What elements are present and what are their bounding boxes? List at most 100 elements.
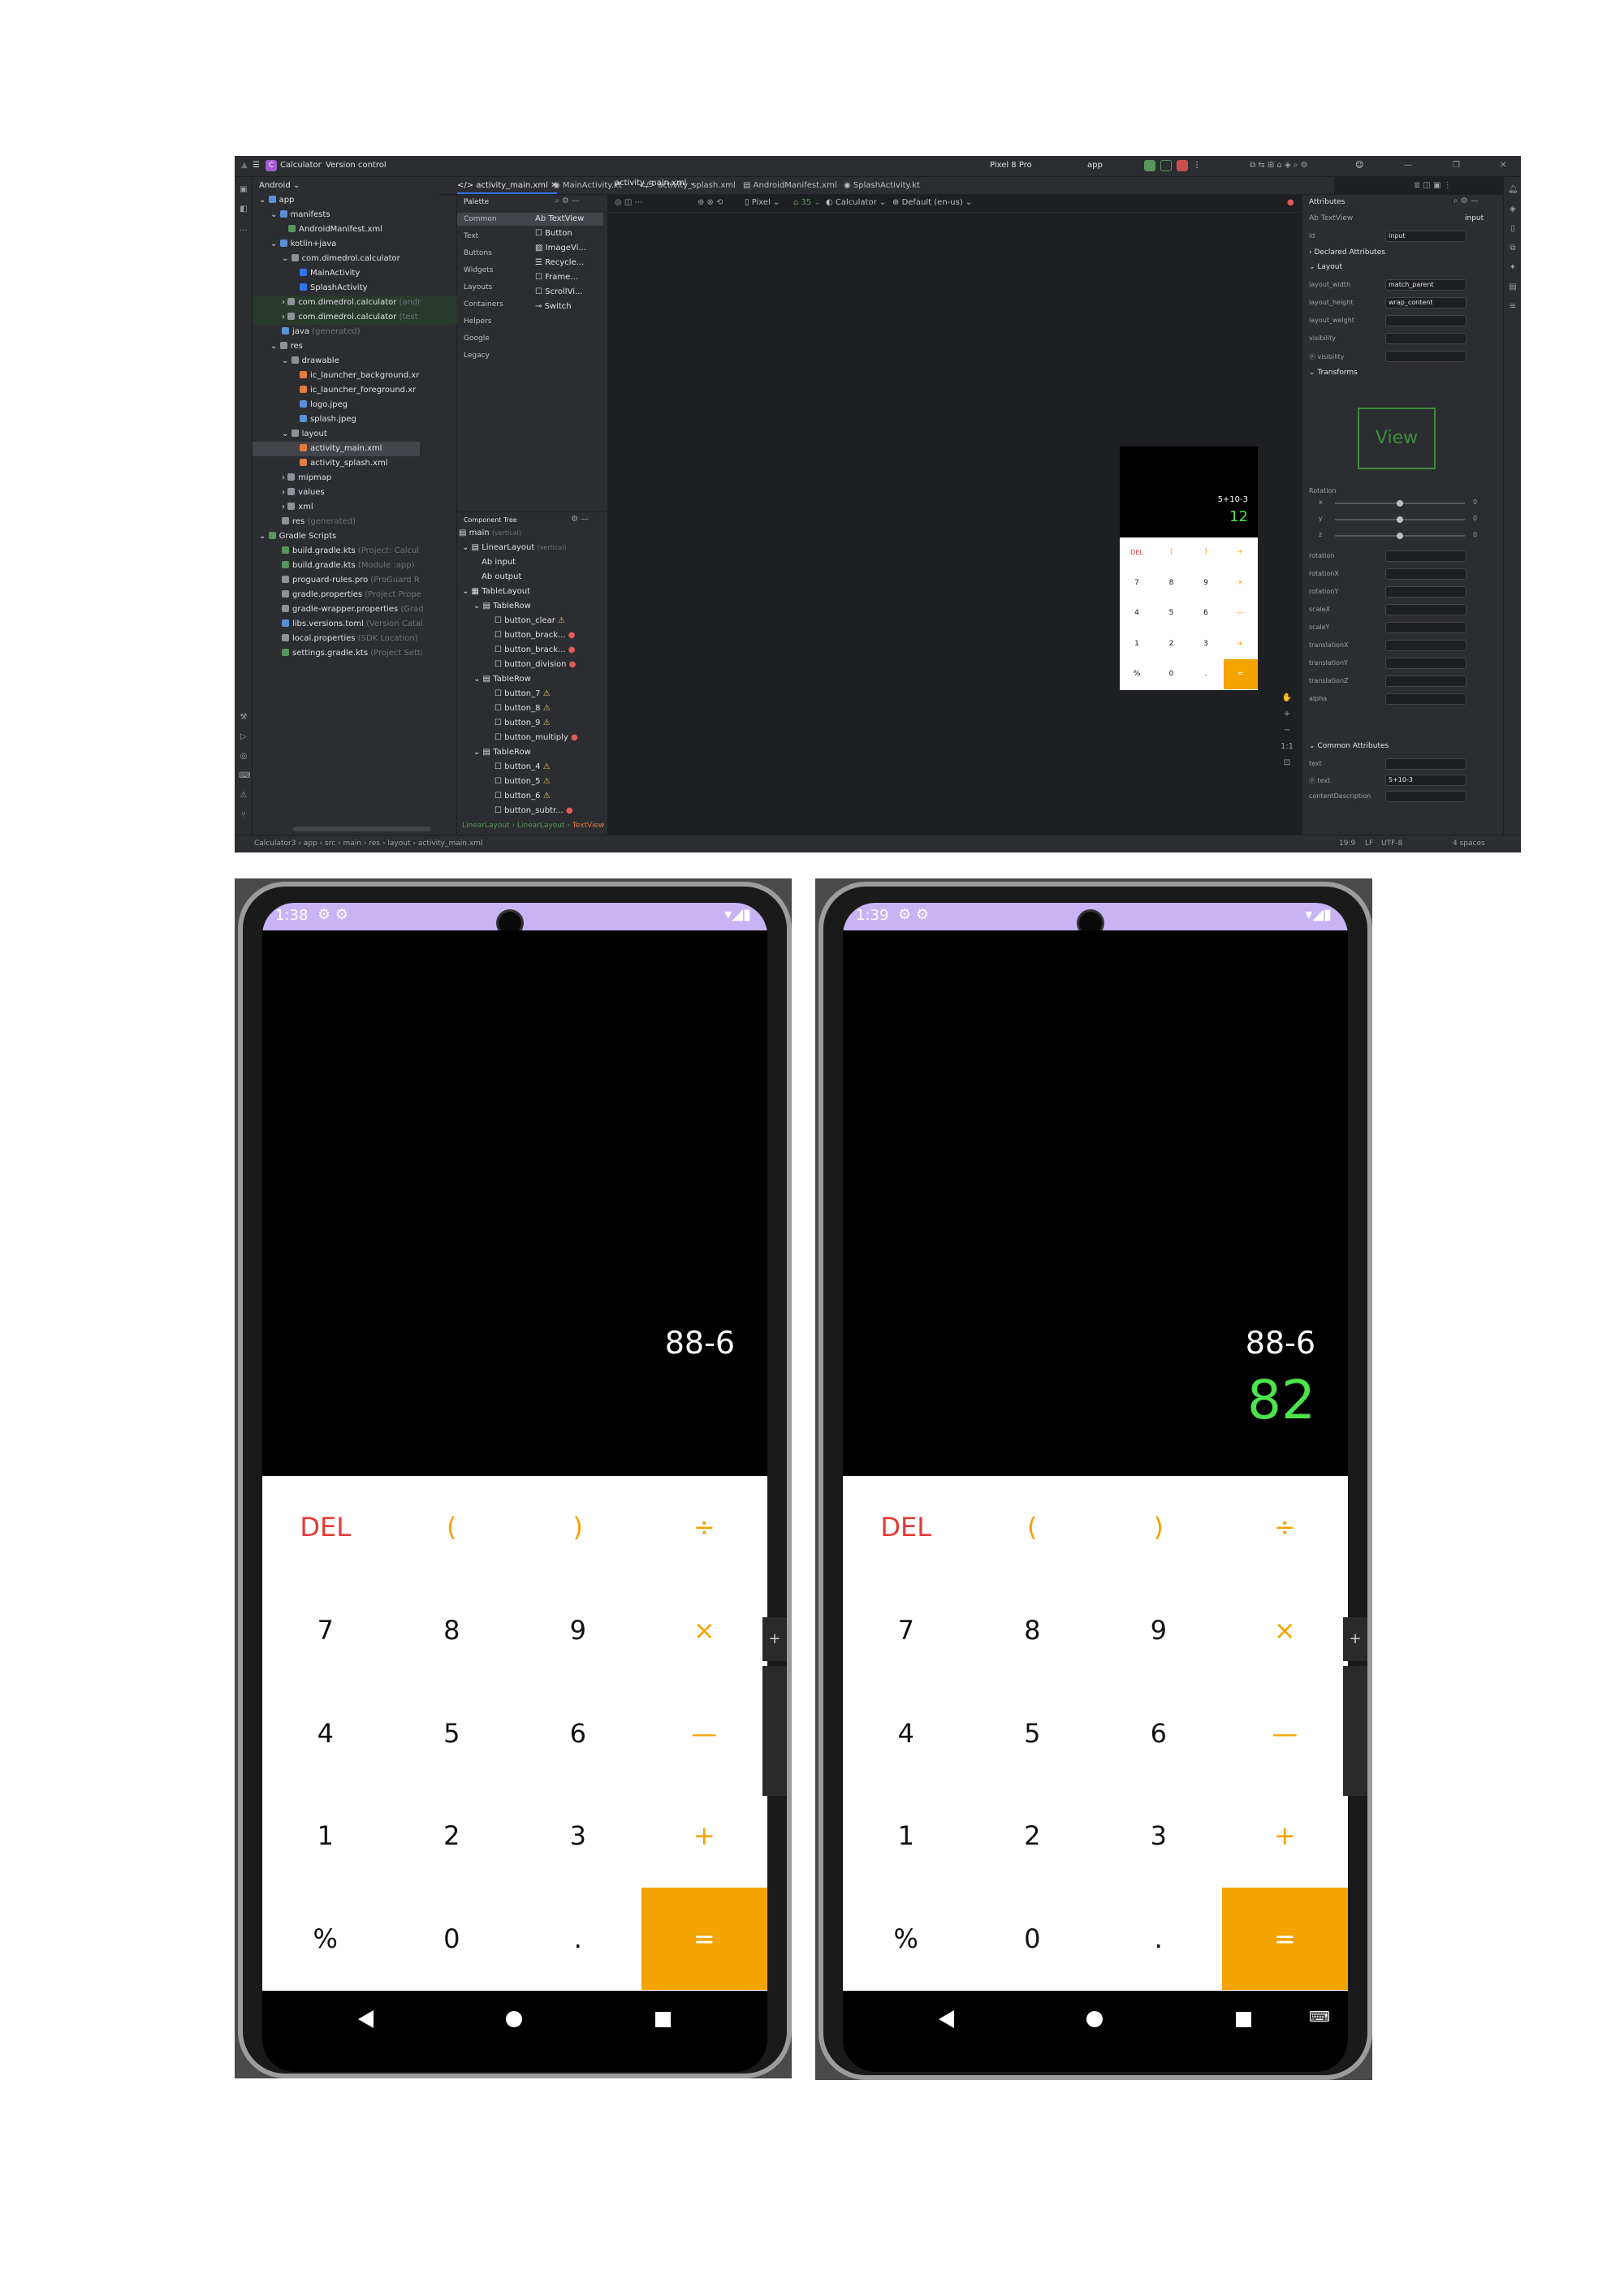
toolbar-icons[interactable]: ⧉ ⇆ ⊞ ⌂ ◈ ⌕ ⚙ [1250, 161, 1308, 170]
key-7-button[interactable]: 7 [843, 1579, 970, 1681]
wifi-icon[interactable]: ≋ [1508, 302, 1518, 312]
tree-local-properties[interactable]: local.properties (SDK Location) [253, 632, 457, 646]
device-selector[interactable]: Pixel 8 Pro [990, 161, 1032, 170]
layout-section-header[interactable]: ⌄ Layout [1309, 263, 1342, 271]
key-1-button[interactable]: 1 [843, 1785, 970, 1887]
project-name[interactable]: Calculator [280, 161, 322, 170]
key-5-button[interactable]: 5 [970, 1682, 1096, 1785]
main-menu-icon[interactable]: ☰ [253, 161, 260, 170]
comp-button-subtract[interactable]: ☐ button_subtr... ● [495, 804, 573, 818]
tree-gradle-properties[interactable]: gradle.properties (Project Prope [253, 588, 457, 602]
palette-cat-widgets[interactable]: Widgets [464, 266, 493, 274]
comp-button-4[interactable]: ☐ button_4 ⚠ [495, 760, 551, 775]
running-devices-icon[interactable]: ⧉ [1508, 244, 1518, 253]
visibility-field[interactable] [1385, 333, 1466, 344]
key-divide-button[interactable]: ÷ [641, 1476, 768, 1578]
comp-tablerow-1[interactable]: ⌄ ▤ TableRow [473, 599, 531, 614]
horizontal-scrollbar[interactable] [293, 826, 431, 831]
palette-cat-text[interactable]: Text [464, 232, 478, 240]
key-6-button[interactable]: 6 [515, 1682, 641, 1785]
gemini-icon[interactable]: ✦ [1508, 263, 1518, 273]
key-8-button[interactable]: 8 [970, 1579, 1096, 1681]
tree-pkg-main[interactable]: ⌄ com.dimedrol.calculator [253, 252, 457, 266]
status-path[interactable]: Calculator3 › app › src › main › res › l… [254, 839, 482, 848]
key-1-button[interactable]: 1 [262, 1785, 389, 1887]
common-attributes-header[interactable]: ⌄ Common Attributes [1309, 742, 1389, 750]
key-open-paren-button[interactable]: ( [970, 1476, 1096, 1578]
tree-main-activity[interactable]: MainActivity [253, 266, 457, 281]
nav-home-icon[interactable] [1086, 2011, 1103, 2027]
tree-manifests[interactable]: ⌄ manifests [253, 208, 457, 222]
comp-button-5[interactable]: ☐ button_5 ⚠ [495, 775, 551, 789]
transforms-header[interactable]: ⌄ Transforms [1309, 369, 1358, 377]
comp-main[interactable]: ▤ main (vertical) [459, 526, 521, 541]
key-subtract-button[interactable]: — [641, 1682, 768, 1785]
tree-java-generated[interactable]: java (generated) [253, 325, 457, 339]
stop-icon[interactable] [1177, 160, 1188, 171]
key-9-button[interactable]: 9 [1095, 1579, 1222, 1681]
version-control-menu[interactable]: Version control [326, 161, 387, 170]
tree-pkg-test[interactable]: › com.dimedrol.calculator (test [253, 310, 457, 325]
locale-dropdown[interactable]: ⊕ Default (en-us) ⌄ [892, 198, 972, 207]
key-5-button[interactable]: 5 [389, 1682, 516, 1785]
transform-prop-field[interactable] [1385, 675, 1466, 687]
nav-home-icon[interactable] [506, 2011, 522, 2027]
key-equals-button[interactable]: = [641, 1888, 767, 1991]
close-icon[interactable]: ✕ [1500, 161, 1506, 170]
tree-build-project[interactable]: build.gradle.kts (Project: Calcul [253, 544, 457, 559]
more-tools-icon[interactable]: … [239, 224, 248, 234]
key-4-button[interactable]: 4 [262, 1682, 389, 1785]
project-tool-icon[interactable]: ▣ [239, 185, 248, 195]
rotation-z-slider[interactable] [1335, 533, 1465, 539]
tools-visibility-field[interactable] [1385, 351, 1466, 362]
palette-textview[interactable]: Ab TextView [535, 214, 584, 223]
key-multiply-button[interactable]: × [1222, 1579, 1349, 1681]
comp-button-8[interactable]: ☐ button_8 ⚠ [495, 701, 551, 716]
comp-button-division[interactable]: ☐ button_division ● [495, 658, 576, 672]
tools-text-field[interactable]: 5+10-3 [1385, 775, 1466, 786]
comp-button-bracket-2[interactable]: ☐ button_brack... ● [495, 643, 575, 658]
tab-main-activity[interactable]: ◉ MainActivity.kt [553, 181, 622, 190]
zoom-controls[interactable]: ✋ + −1:1 ⊡ [1279, 690, 1295, 771]
key-7-button[interactable]: 7 [262, 1579, 389, 1681]
tree-res[interactable]: ⌄ res [253, 339, 457, 354]
tree-values[interactable]: › values [253, 486, 457, 500]
tree-wrapper-properties[interactable]: gradle-wrapper.properties (Grad [253, 602, 457, 617]
logcat-icon[interactable]: ◎ [239, 752, 248, 762]
problems-icon[interactable]: ⚠ [239, 791, 248, 801]
transform-prop-field[interactable] [1385, 658, 1466, 669]
content-description-field[interactable] [1385, 791, 1466, 802]
tree-kotlin-java[interactable]: ⌄ kotlin+java [253, 237, 457, 252]
tree-ic-launcher-fg[interactable]: ic_launcher_foreground.xr [253, 383, 457, 398]
key-del-button[interactable]: DEL [843, 1476, 970, 1578]
transform-prop-field[interactable] [1385, 586, 1466, 598]
transform-prop-field[interactable] [1385, 622, 1466, 633]
theme-dropdown[interactable]: ◐ Calculator ⌄ [826, 198, 886, 207]
comp-button-6[interactable]: ☐ button_6 ⚠ [495, 789, 551, 804]
comp-button-bracket-1[interactable]: ☐ button_brack... ● [495, 628, 575, 643]
tree-activity-splash[interactable]: activity_splash.xml [253, 456, 457, 471]
device-manager-icon[interactable]: ▯ [1508, 224, 1518, 234]
line-ending[interactable]: LF [1365, 839, 1373, 848]
keyboard-icon[interactable]: ⌨ [1309, 2009, 1330, 2026]
key-add-button[interactable]: + [641, 1785, 768, 1887]
key-percent-button[interactable]: % [262, 1888, 389, 1990]
key-decimal-button[interactable]: . [1095, 1888, 1222, 1990]
android-logo-icon[interactable]: ▲ [241, 161, 248, 170]
key-6-button[interactable]: 6 [1095, 1682, 1222, 1785]
palette-cat-buttons[interactable]: Buttons [464, 249, 492, 257]
palette-switch[interactable]: ⊸ Switch [535, 302, 572, 311]
transform-prop-field[interactable] [1385, 604, 1466, 615]
key-3-button[interactable]: 3 [1095, 1785, 1222, 1887]
design-breadcrumb[interactable]: LinearLayout › LinearLayout › TextView [462, 818, 604, 833]
transform-prop-field[interactable] [1385, 693, 1466, 705]
view-mode-icons[interactable]: ≣ ◫ ▣ ⋮ [1414, 181, 1452, 190]
avatar[interactable]: ☺ [1355, 161, 1363, 170]
tree-splash-activity[interactable]: SplashActivity [253, 281, 457, 296]
id-field[interactable]: input [1385, 231, 1466, 242]
encoding[interactable]: UTF-8 [1381, 839, 1402, 848]
tree-ic-launcher-bg[interactable]: ic_launcher_background.xr [253, 369, 457, 383]
palette-scrollview[interactable]: ☐ ScrollVi... [535, 287, 583, 296]
git-icon[interactable]: ⑂ [239, 810, 248, 820]
tree-drawable[interactable]: ⌄ drawable [253, 354, 457, 369]
